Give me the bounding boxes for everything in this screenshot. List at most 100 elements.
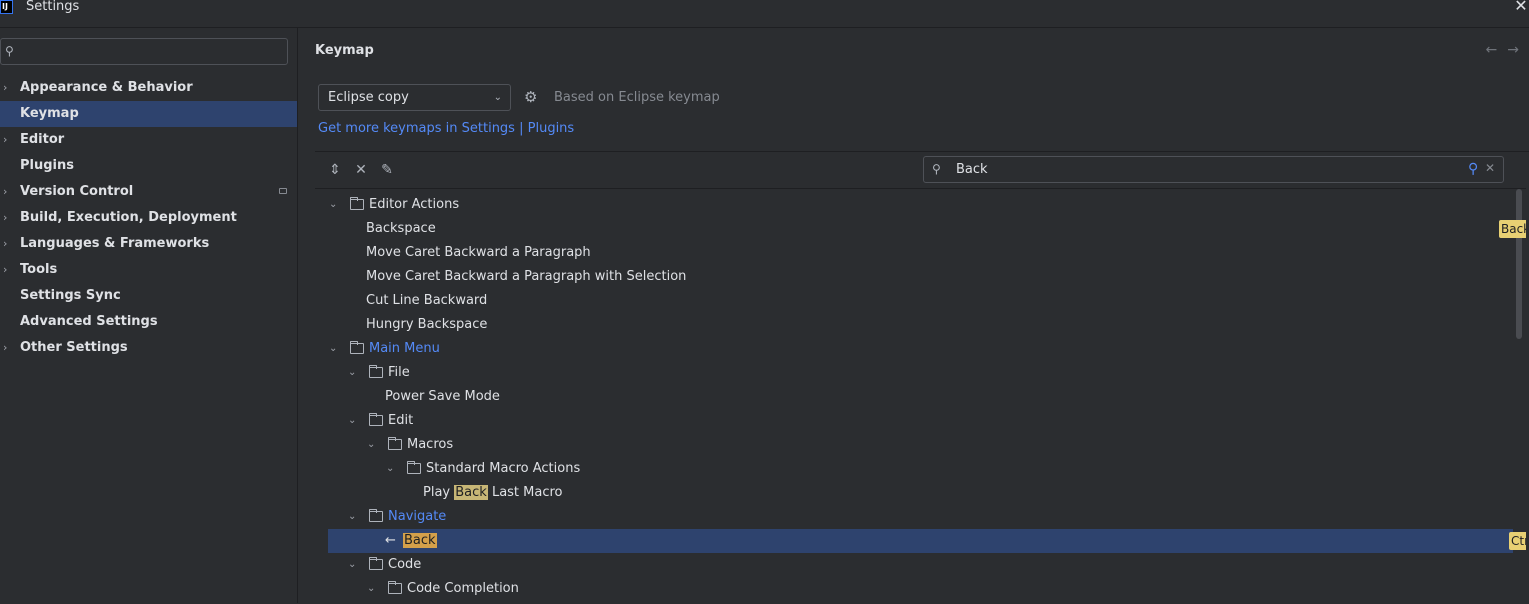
sidebar-item-editor[interactable]: › Editor (0, 127, 297, 153)
tree-row-label: Macros (407, 437, 454, 452)
tree-row-label: Hungry Backspace (366, 317, 488, 332)
settings-sidebar: ⚲ › Appearance & Behavior Keymap › Editor Plu… (0, 28, 297, 603)
sidebar-item-keymap[interactable]: Keymap (0, 101, 297, 127)
tree-row-label: Code (388, 557, 422, 572)
scrollbar[interactable] (1516, 189, 1522, 339)
chevron-down-icon[interactable]: ⌄ (386, 457, 394, 481)
tree-row-label: Navigate (388, 509, 447, 524)
folder-icon (407, 461, 421, 474)
tree-row-label: Edit (388, 413, 414, 428)
sidebar-item-plugins[interactable]: Plugins (0, 153, 297, 179)
chevron-right-icon[interactable]: › (3, 335, 7, 361)
chevron-down-icon[interactable]: ⌄ (329, 193, 337, 217)
tree-folder-row[interactable]: ⌄ Macros (315, 433, 1513, 457)
tree-row-label: Move Caret Backward a Paragraph (366, 245, 591, 260)
tree-folder-row[interactable]: ⌄ File (315, 361, 1513, 385)
folder-icon (388, 581, 402, 594)
chevron-right-icon[interactable]: › (3, 205, 7, 231)
tree-action-row[interactable]: Move Caret Backward a Paragraph (315, 241, 1513, 265)
back-forward-arrows[interactable]: ←→ (1486, 42, 1529, 58)
settings-nav: › Appearance & Behavior Keymap › Editor Plugi… (0, 75, 297, 361)
tree-action-row[interactable]: Cut Line Backward (315, 289, 1513, 313)
collapse-all-icon[interactable]: ✕ (352, 161, 370, 179)
tree-action-row[interactable]: Hungry Backspace (315, 313, 1513, 337)
folder-icon (350, 341, 364, 354)
link-separator: | (514, 121, 528, 136)
folder-icon (369, 509, 383, 522)
tree-folder-row[interactable]: ⌄ Standard Macro Actions (315, 457, 1513, 481)
chevron-down-icon: ⌄ (493, 92, 502, 103)
tree-action-row[interactable]: Play Back Last Macro (315, 481, 1513, 505)
shortcut-badge: Ctrl+Alt+向左箭头 (1509, 532, 1526, 550)
tree-row-label: Main Menu (369, 341, 440, 356)
tree-row-label: Move Caret Backward a Paragraph with Sel… (366, 269, 687, 284)
chevron-down-icon[interactable]: ⌄ (367, 433, 375, 457)
chevron-down-icon[interactable]: ⌄ (348, 361, 356, 385)
sidebar-item-version-control[interactable]: › Version Control (0, 179, 297, 205)
chevron-down-icon[interactable]: ⌄ (348, 409, 356, 433)
sidebar-item-build-execution-deployment[interactable]: › Build, Execution, Deployment (0, 205, 297, 231)
chevron-down-icon[interactable]: ⌄ (367, 577, 375, 601)
chevron-down-icon[interactable]: ⌄ (348, 505, 356, 529)
chevron-down-icon[interactable]: ⌄ (329, 337, 337, 361)
tree-folder-row[interactable]: ⌄ Main Menu (315, 337, 1513, 361)
sidebar-search-input[interactable]: ⚲ (0, 38, 288, 65)
expand-all-icon[interactable]: ⇕ (326, 161, 344, 179)
sidebar-item-languages-frameworks[interactable]: › Languages & Frameworks (0, 231, 297, 257)
sidebar-item-other-settings[interactable]: › Other Settings (0, 335, 297, 361)
tree-folder-row[interactable]: ⌄ Navigate (315, 505, 1513, 529)
sidebar-item-label: Version Control (20, 184, 134, 199)
chevron-right-icon[interactable]: › (3, 75, 7, 101)
chevron-right-icon[interactable]: › (3, 231, 7, 257)
sidebar-item-settings-sync[interactable]: Settings Sync (0, 283, 297, 309)
tree-action-row[interactable]: BackspaceShift+BackspaceBackspace (315, 217, 1526, 241)
sidebar-item-tools[interactable]: › Tools (0, 257, 297, 283)
window-title: Settings (26, 0, 80, 14)
tree-action-row[interactable]: Move Caret Backward a Paragraph with Sel… (315, 265, 1513, 289)
gear-icon[interactable]: ⚙ (524, 89, 540, 105)
tree-folder-row[interactable]: ⌄ Code (315, 553, 1513, 577)
sidebar-item-label: Languages & Frameworks (20, 236, 210, 251)
tree-folder-row[interactable]: ⌄ Edit (315, 409, 1513, 433)
sidebar-item-label: Build, Execution, Deployment (20, 210, 237, 225)
tree-action-row[interactable]: ← Back Ctrl+Alt+向左箭头 (328, 529, 1526, 553)
tree-row-label: Code Completion (407, 581, 519, 596)
search-icon: ⚲ (5, 44, 14, 58)
page-title: Keymap (315, 43, 374, 58)
sidebar-item-label: Appearance & Behavior (20, 80, 193, 95)
chevron-down-icon[interactable]: ⌄ (348, 553, 356, 577)
sidebar-item-label: Plugins (20, 158, 74, 173)
chevron-right-icon[interactable]: › (3, 257, 7, 283)
tree-row-label: Cut Line Backward (366, 293, 488, 308)
tree-folder-row[interactable]: ⌄ Editor Actions (315, 193, 1513, 217)
keymaps-link-row: Get more keymaps in Settings | Plugins (318, 121, 574, 136)
search-icon: ⚲ (932, 162, 941, 176)
chevron-right-icon[interactable]: › (3, 179, 7, 205)
sidebar-item-advanced-settings[interactable]: Advanced Settings (0, 309, 297, 335)
chevron-right-icon[interactable]: › (3, 127, 7, 153)
tree-action-row[interactable]: Power Save Mode (315, 385, 1513, 409)
tree-row-label: Editor Actions (369, 197, 460, 212)
folder-icon (350, 197, 364, 210)
clear-icon[interactable]: ✕ (1485, 161, 1495, 175)
sidebar-item-label: Other Settings (20, 340, 128, 355)
sidebar-item-appearance-behavior[interactable]: › Appearance & Behavior (0, 75, 297, 101)
label-prefix: Play (423, 485, 455, 500)
keymap-filter-input[interactable] (956, 160, 1456, 179)
find-by-shortcut-icon[interactable]: ⚲ (1468, 161, 1478, 177)
title-bar: IJ Settings ✕ (0, 0, 1529, 28)
tree-row-label: Back (403, 529, 437, 553)
folder-icon (369, 413, 383, 426)
keymap-select[interactable]: Eclipse copy ⌄ (318, 84, 511, 111)
plugins-link[interactable]: Plugins (528, 121, 575, 136)
tree-folder-row[interactable]: ⌄ Code Completion (315, 577, 1513, 601)
settings-link[interactable]: Get more keymaps in Settings (318, 121, 515, 136)
keymap-filter[interactable]: ⚲ ✕ (923, 156, 1504, 183)
edit-icon[interactable]: ✎ (378, 161, 396, 179)
folder-icon (388, 437, 402, 450)
folder-icon (369, 365, 383, 378)
project-level-icon (279, 188, 287, 194)
sidebar-item-label: Advanced Settings (20, 314, 158, 329)
folder-icon (369, 557, 383, 570)
close-icon[interactable]: ✕ (1513, 0, 1529, 14)
